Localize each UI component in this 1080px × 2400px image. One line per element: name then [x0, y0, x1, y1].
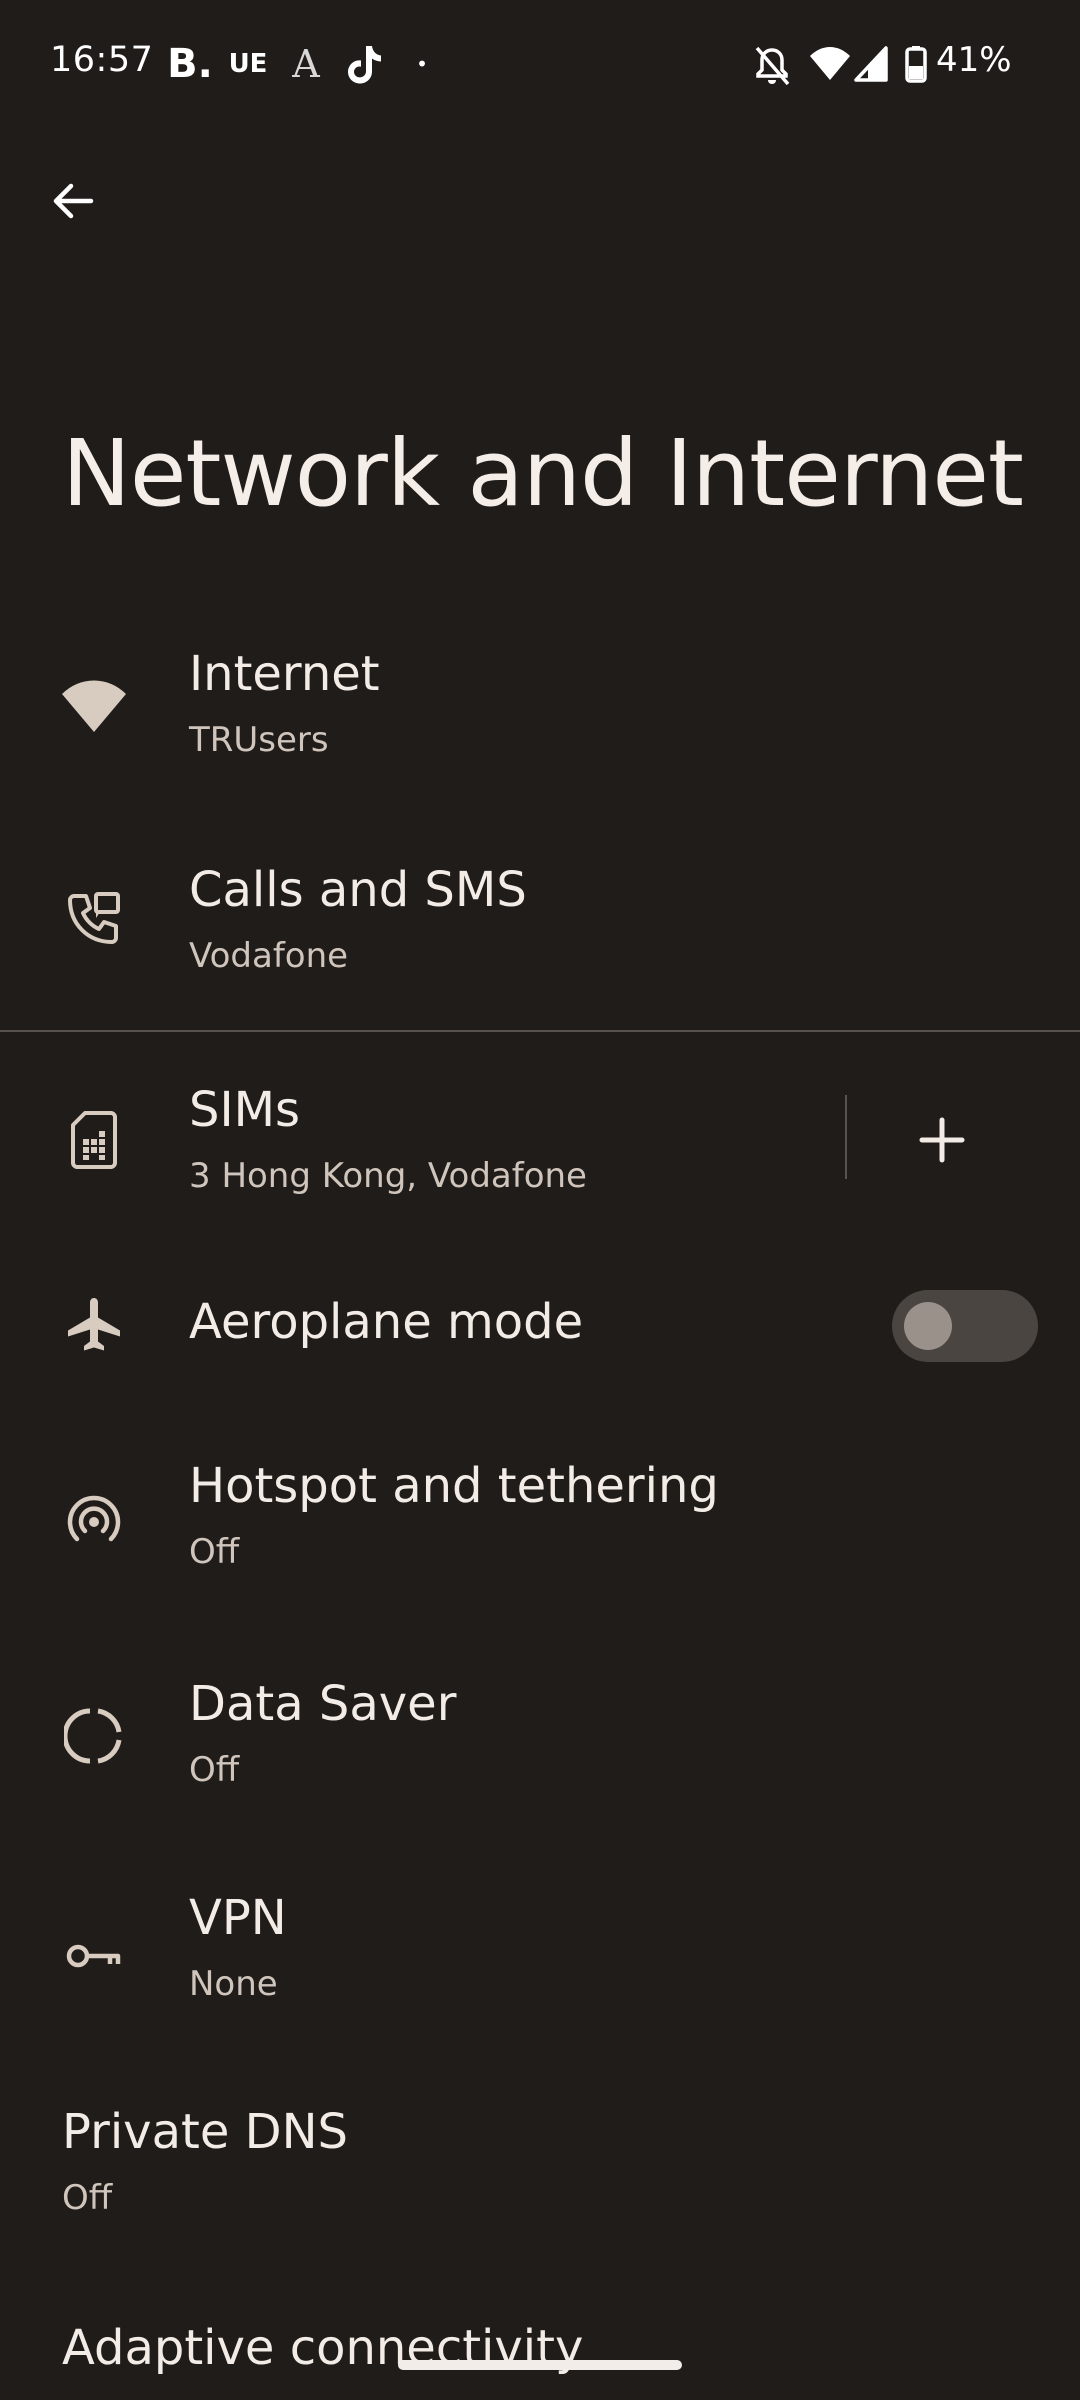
wifi-status-icon	[808, 40, 852, 90]
internet-item[interactable]: Internet TRUsers	[0, 620, 1080, 790]
notifications-off-icon	[752, 40, 792, 90]
gesture-navigation-handle[interactable]	[398, 2360, 682, 2370]
airplane-icon	[56, 1288, 132, 1364]
private-dns-subtitle: Off	[62, 2178, 113, 2218]
calls-title: Calls and SMS	[189, 862, 527, 918]
sims-item[interactable]: SIMs 3 Hong Kong, Vodafone	[0, 1060, 830, 1220]
private-dns-title: Private DNS	[62, 2104, 348, 2160]
cell-signal-icon	[854, 40, 888, 90]
battery-icon	[904, 40, 928, 90]
sims-title: SIMs	[189, 1082, 301, 1138]
wifi-icon	[56, 668, 132, 744]
sims-action-divider	[845, 1095, 847, 1179]
key-icon	[56, 1918, 132, 1994]
hotspot-subtitle: Off	[189, 1532, 240, 1572]
aeroplane-mode-toggle[interactable]	[892, 1290, 1038, 1362]
status-time: 16:57	[50, 40, 154, 80]
vpn-item[interactable]: VPN None	[0, 1880, 1080, 2050]
battery-percent: 41%	[936, 40, 1012, 80]
data-saver-item[interactable]: Data Saver Off	[0, 1660, 1080, 1830]
back-arrow-icon	[53, 183, 94, 219]
toggle-thumb	[904, 1302, 952, 1350]
hotspot-and-tethering-item[interactable]: Hotspot and tethering Off	[0, 1440, 1080, 1610]
data-saver-icon	[56, 1698, 132, 1774]
vpn-title: VPN	[189, 1890, 287, 1946]
aeroplane-title: Aeroplane mode	[189, 1294, 584, 1350]
tiktok-notification-icon	[340, 36, 388, 92]
hotspot-title: Hotspot and tethering	[189, 1458, 719, 1514]
page-title: Network and Internet	[62, 420, 1024, 527]
sim-card-icon	[56, 1102, 132, 1178]
status-bar: 16:57 B. UE A • 41%	[0, 0, 1080, 130]
data-saver-title: Data Saver	[189, 1676, 457, 1732]
calls-and-sms-item[interactable]: Calls and SMS Vodafone	[0, 840, 1080, 1010]
back-button[interactable]	[40, 168, 106, 234]
phone-forwarded-icon	[56, 880, 132, 956]
ue-notification-icon: UE	[228, 49, 268, 79]
hotspot-icon	[56, 1484, 132, 1560]
more-notifications-dot: •	[416, 52, 428, 76]
data-saver-subtitle: Off	[189, 1750, 240, 1790]
add-sim-button[interactable]	[902, 1100, 982, 1180]
settings-screen: 16:57 B. UE A • 41% Network and Internet…	[0, 0, 1080, 2400]
sims-subtitle: 3 Hong Kong, Vodafone	[189, 1156, 587, 1196]
calls-subtitle: Vodafone	[189, 936, 349, 976]
private-dns-item[interactable]: Private DNS Off	[0, 2100, 1080, 2260]
booking-notification-icon: B.	[167, 41, 213, 87]
internet-subtitle: TRUsers	[189, 720, 329, 760]
add-icon	[919, 1117, 965, 1163]
section-divider	[0, 1030, 1080, 1032]
font-notification-icon: A	[292, 42, 320, 86]
vpn-subtitle: None	[189, 1964, 278, 2004]
internet-title: Internet	[189, 646, 380, 702]
